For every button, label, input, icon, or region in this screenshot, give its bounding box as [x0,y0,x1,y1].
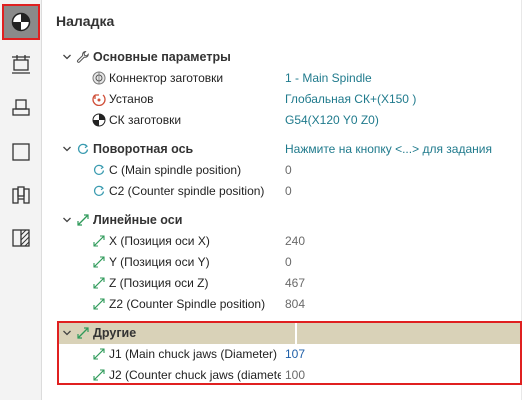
group-rotary-axis[interactable]: Поворотная ось Нажмите на кнопку <...> д… [42,139,523,160]
fixture-tool-button[interactable] [2,46,40,82]
property-workpiece-cs[interactable]: СК заготовки G54(X120 Y0 Z0) [42,110,523,131]
jaws-tool-button[interactable] [2,178,40,214]
chevron-down-icon[interactable] [62,144,72,154]
connector-icon [92,71,106,85]
property-label: C (Main spindle position) [109,163,242,177]
stock-icon [12,99,30,116]
property-label: СК заготовки [109,113,182,127]
linear-axis-icon [93,256,105,268]
property-value[interactable]: 0 [285,255,292,269]
group-basic-parameters[interactable]: Основные параметры [42,47,523,68]
group-label: Поворотная ось [93,142,194,156]
rotary-axis-icon [93,185,105,196]
property-label: Z (Позиция оси Z) [109,276,209,290]
linear-axis-icon [93,277,105,289]
jaws-icon [12,186,30,204]
group-label: Линейные оси [93,213,183,227]
property-label: Установ [109,92,154,106]
group-linear-axes[interactable]: Линейные оси [42,210,523,231]
property-value[interactable]: 804 [285,297,305,311]
property-setup[interactable]: Установ Глобальная СК+(X150 ) [42,89,523,110]
property-z-axis[interactable]: Z (Позиция оси Z) 467 [42,273,523,294]
linear-axis-icon [93,298,105,310]
property-value[interactable]: 240 [285,234,305,248]
property-label: Z2 (Counter Spindle position) [109,297,266,311]
linear-axis-icon [77,214,89,226]
stock-tool-button[interactable] [2,90,40,126]
group-value-hint[interactable]: Нажмите на кнопку <...> для задания [285,142,492,156]
property-label: Y (Позиция оси Y) [109,255,210,269]
property-label: C2 (Counter spindle position) [109,184,265,198]
property-c2-axis[interactable]: C2 (Counter spindle position) 0 [42,181,523,202]
property-label: X (Позиция оси X) [109,234,210,248]
wrench-icon [76,50,89,63]
highlight-frame [57,321,522,385]
setup-icon [92,94,106,106]
fixture-icon [12,55,30,74]
chevron-down-icon[interactable] [62,52,72,62]
panel-title: Наладка [56,13,115,29]
property-connector[interactable]: Коннектор заготовки 1 - Main Spindle [42,68,523,89]
property-x-axis[interactable]: X (Позиция оси X) 240 [42,231,523,252]
group-label: Основные параметры [93,50,231,64]
property-value[interactable]: 1 - Main Spindle [285,71,372,85]
property-z2-axis[interactable]: Z2 (Counter Spindle position) 804 [42,294,523,315]
setup-panel: Наладка Основные параметры Коннектор заг… [42,0,523,400]
rotary-axis-icon [77,143,89,154]
hatch-tool-button[interactable] [2,220,40,256]
rotary-axis-icon [93,164,105,175]
property-value[interactable]: G54(X120 Y0 Z0) [285,113,379,127]
property-label: Коннектор заготовки [109,71,224,85]
property-value[interactable]: 0 [285,163,292,177]
workpiece-zero-tool-button[interactable] [2,4,40,40]
hatch-icon [12,229,30,247]
chevron-down-icon[interactable] [62,215,72,225]
left-toolbar [0,0,42,400]
workpiece-zero-icon [11,12,31,32]
part-icon [12,143,30,161]
property-c-axis[interactable]: C (Main spindle position) 0 [42,160,523,181]
property-y-axis[interactable]: Y (Позиция оси Y) 0 [42,252,523,273]
property-value[interactable]: 467 [285,276,305,290]
linear-axis-icon [93,235,105,247]
workpiece-zero-icon [92,113,106,127]
property-value[interactable]: Глобальная СК+(X150 ) [285,92,416,106]
property-value[interactable]: 0 [285,184,292,198]
part-tool-button[interactable] [2,134,40,170]
